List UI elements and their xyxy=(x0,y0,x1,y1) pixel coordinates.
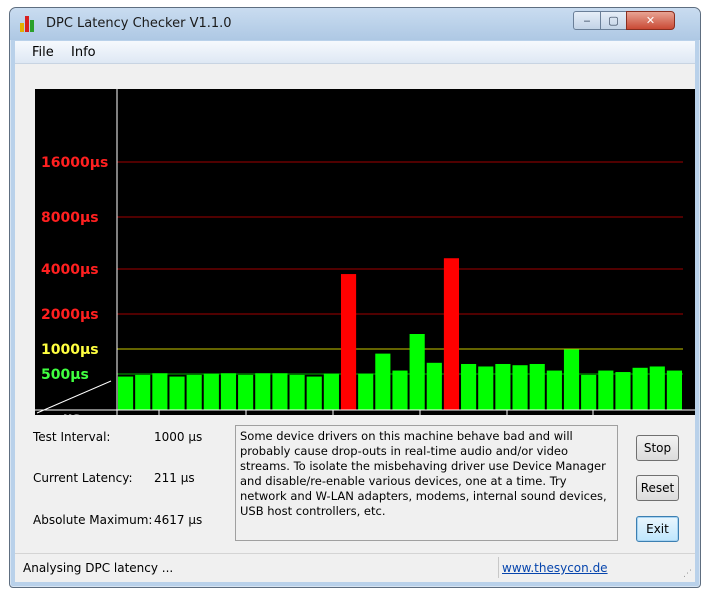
status-bar: Analysing DPC latency ... www.thesycon.d… xyxy=(15,553,695,582)
app-bars-icon xyxy=(20,16,38,32)
latency-bar xyxy=(255,373,271,410)
menu-info[interactable]: Info xyxy=(71,45,96,60)
absolute-max-label: Absolute Maximum: xyxy=(33,513,153,527)
status-text: Analysing DPC latency ... xyxy=(23,561,174,575)
latency-bar xyxy=(272,373,288,410)
latency-bar xyxy=(546,370,562,410)
latency-bar xyxy=(220,373,237,410)
latency-bar xyxy=(632,367,648,410)
latency-chart: 16000µs8000µs4000µs2000µs1000µs500µs-30-… xyxy=(35,89,695,415)
window-title: DPC Latency Checker V1.1.0 xyxy=(46,16,232,31)
y-tick-label: 500µs xyxy=(41,367,89,383)
latency-bar xyxy=(289,374,305,410)
test-interval-label: Test Interval: xyxy=(33,430,111,444)
test-interval-value: 1000 µs xyxy=(154,430,203,444)
latency-bar xyxy=(340,274,357,410)
y-tick-label: 1000µs xyxy=(41,342,99,358)
y-axis-unit: µs xyxy=(63,411,81,415)
latency-bar xyxy=(563,349,580,410)
y-tick-label: 4000µs xyxy=(41,262,99,278)
close-button[interactable]: ✕ xyxy=(626,11,675,30)
latency-bar xyxy=(615,372,631,410)
y-tick-label: 16000µs xyxy=(41,155,108,171)
latency-bar xyxy=(152,373,168,410)
latency-bar xyxy=(358,373,374,410)
latency-bar xyxy=(306,376,322,410)
app-window: DPC Latency Checker V1.1.0 ‒ ▢ ✕ File In… xyxy=(9,7,701,588)
latency-bar xyxy=(238,374,254,410)
absolute-max-value: 4617 µs xyxy=(154,513,203,527)
minimize-button[interactable]: ‒ xyxy=(573,11,601,30)
latency-bar xyxy=(375,353,391,410)
diagnostic-message: Some device drivers on this machine beha… xyxy=(235,425,618,541)
latency-bar xyxy=(203,373,219,410)
y-tick-label: 2000µs xyxy=(41,307,99,323)
latency-bar xyxy=(118,376,134,410)
title-bar[interactable]: DPC Latency Checker V1.1.0 ‒ ▢ ✕ xyxy=(10,8,700,40)
reset-button[interactable]: Reset xyxy=(636,475,679,501)
latency-bar xyxy=(478,366,494,410)
latency-bar xyxy=(186,374,202,410)
latency-bar xyxy=(461,363,477,410)
resize-grip-icon[interactable]: ⋰ xyxy=(683,569,692,579)
latency-bar xyxy=(598,370,614,410)
menu-file[interactable]: File xyxy=(32,45,54,60)
maximize-button[interactable]: ▢ xyxy=(600,11,627,30)
latency-bar xyxy=(323,373,339,410)
latency-bar xyxy=(392,370,408,410)
latency-bar xyxy=(495,363,511,410)
latency-bar xyxy=(512,365,528,410)
exit-button[interactable]: Exit xyxy=(636,516,679,542)
y-tick-label: 8000µs xyxy=(41,210,99,226)
latency-bar xyxy=(443,258,460,410)
current-latency-value: 211 µs xyxy=(154,471,195,485)
latency-bar xyxy=(169,376,185,410)
latency-bar xyxy=(135,374,151,410)
latency-bar xyxy=(581,374,597,410)
latency-bar xyxy=(649,366,665,410)
latency-bar xyxy=(666,370,682,410)
website-link[interactable]: www.thesycon.de xyxy=(502,561,608,575)
current-latency-label: Current Latency: xyxy=(33,471,133,485)
status-separator xyxy=(498,557,499,578)
menu-bar: File Info xyxy=(15,41,695,64)
latency-bar xyxy=(426,362,442,410)
stop-button[interactable]: Stop xyxy=(636,435,679,461)
client-area: File Info 16000µs 8000µs 4000µs 2000µs 1000µ… xyxy=(15,41,695,582)
latency-bar xyxy=(409,334,425,410)
chart-background xyxy=(35,89,695,415)
latency-bar xyxy=(529,363,545,410)
